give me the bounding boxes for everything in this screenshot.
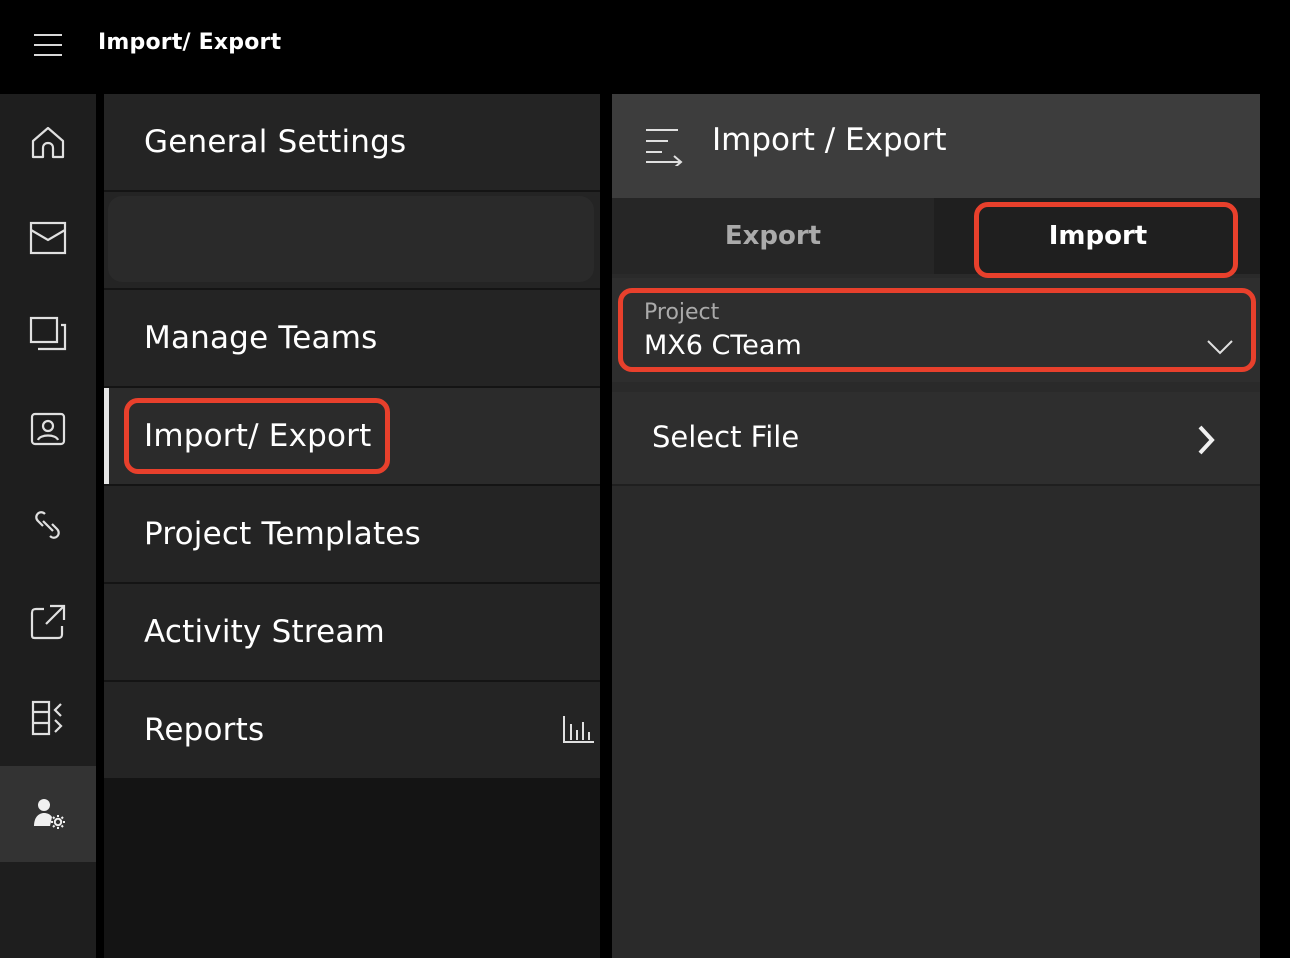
divider xyxy=(600,94,612,958)
settings-item-label: Activity Stream xyxy=(144,614,385,650)
detail-panel: Import / Export Export Import Project MX… xyxy=(612,94,1260,958)
transfer-icon xyxy=(31,700,63,736)
home-icon xyxy=(31,126,65,159)
project-select[interactable]: Project MX6 CTeam xyxy=(612,278,1260,382)
settings-item-label: General Settings xyxy=(144,124,407,160)
icon-rail xyxy=(0,94,96,958)
settings-item-general[interactable]: General Settings xyxy=(104,94,600,190)
highlight-annotation xyxy=(124,398,390,474)
mail-icon xyxy=(29,221,67,255)
detail-title: Import / Export xyxy=(712,122,947,158)
rail-home[interactable] xyxy=(0,94,96,190)
settings-list: General Settings Manage Teams Import/ Ex… xyxy=(104,94,600,958)
settings-item-reports[interactable]: Reports xyxy=(104,682,600,778)
top-bar: Import/ Export xyxy=(0,0,1290,94)
settings-item-project-templates[interactable]: Project Templates xyxy=(104,486,600,582)
settings-item-label: Reports xyxy=(144,712,265,748)
right-edge xyxy=(1260,94,1290,958)
share-out-icon xyxy=(30,604,66,640)
highlight-annotation xyxy=(618,288,1256,372)
link-icon xyxy=(35,511,60,539)
settings-item-import-export[interactable]: Import/ Export xyxy=(104,388,600,484)
active-indicator xyxy=(104,388,109,484)
settings-item-label: Project Templates xyxy=(144,516,421,552)
settings-item-label: Manage Teams xyxy=(144,320,378,356)
rail-admin[interactable] xyxy=(0,766,96,862)
hamburger-menu-icon[interactable] xyxy=(34,32,62,58)
empty-placeholder xyxy=(108,196,594,282)
rail-windows[interactable] xyxy=(0,286,96,382)
settings-empty-row xyxy=(104,192,600,288)
page-title: Import/ Export xyxy=(98,30,282,55)
import-export-icon xyxy=(646,129,683,166)
settings-item-activity-stream[interactable]: Activity Stream xyxy=(104,584,600,680)
rail-link[interactable] xyxy=(0,478,96,574)
divider xyxy=(96,94,104,958)
admin-settings-icon xyxy=(34,799,65,829)
rail-transfer[interactable] xyxy=(0,670,96,766)
rail-share[interactable] xyxy=(0,574,96,670)
highlight-annotation xyxy=(974,202,1238,278)
tab-bar: Export Import xyxy=(612,198,1260,278)
select-file-label: Select File xyxy=(652,420,800,454)
tab-export[interactable]: Export xyxy=(612,198,934,274)
contact-card-icon xyxy=(30,412,66,446)
chevron-right-icon xyxy=(1198,425,1215,455)
windows-icon xyxy=(29,316,67,351)
select-file-row[interactable]: Select File xyxy=(612,392,1260,486)
rail-contacts[interactable] xyxy=(0,382,96,478)
rail-mail[interactable] xyxy=(0,190,96,286)
bar-chart-icon xyxy=(563,716,594,743)
detail-header: Import / Export xyxy=(612,94,1260,198)
settings-item-manage-teams[interactable]: Manage Teams xyxy=(104,290,600,386)
